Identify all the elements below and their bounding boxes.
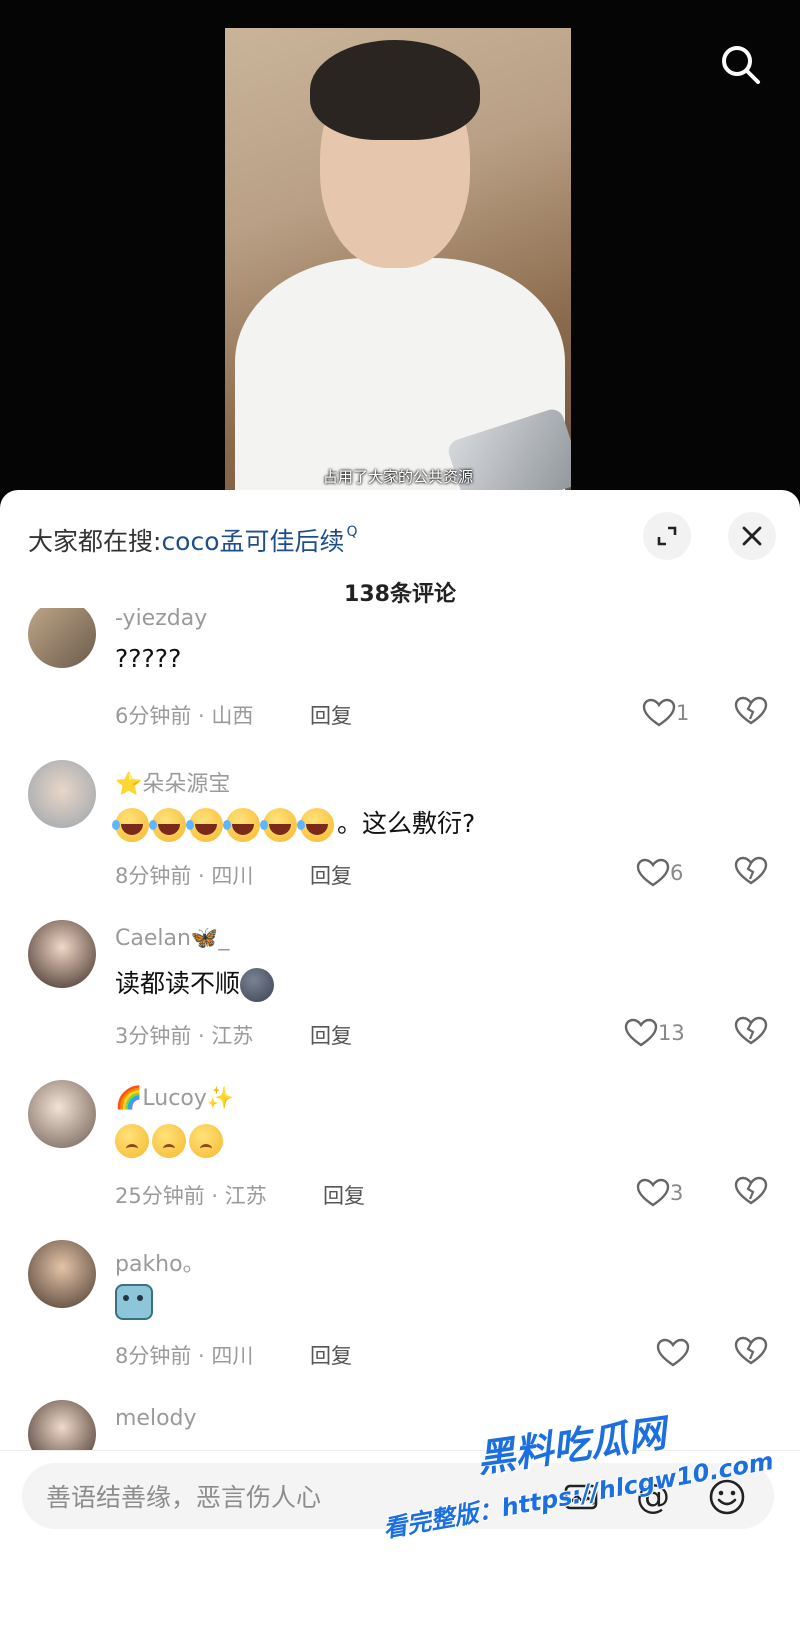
video-area[interactable]: 占用了大家的公共资源 [0,0,800,500]
heart-icon [624,1018,658,1047]
like-button[interactable]: 6 [636,856,683,890]
avatar[interactable] [28,1240,96,1308]
dark-face-emoji [240,968,275,1002]
broken-heart-icon [734,856,768,885]
laughing-emoji [297,808,334,842]
heart-icon [636,1178,670,1207]
laughing-emoji [260,808,297,842]
rainbow-emoji: 🌈 [115,1086,143,1111]
pouting-emoji [115,1124,149,1158]
reply-button[interactable]: 回复 [323,1180,365,1210]
close-button[interactable] [728,512,776,560]
avatar[interactable] [28,608,96,668]
comment-input[interactable] [44,1475,518,1519]
like-button[interactable]: 3 [636,1176,683,1210]
like-count: 3 [670,1181,684,1205]
like-button[interactable] [656,1336,690,1370]
expand-button[interactable] [643,512,691,560]
emoji-icon[interactable] [706,1476,748,1518]
like-button[interactable]: 1 [642,696,689,730]
reply-button[interactable]: 回复 [310,1020,352,1050]
comment-text: 读都读不顺 [115,964,275,1002]
robot-emoji [115,1284,153,1320]
like-button[interactable]: 13 [624,1016,685,1050]
butterfly-emoji: 🦋 [190,926,219,951]
like-count: 6 [670,861,684,885]
heart-icon [656,1338,690,1367]
broken-heart-icon [734,1016,768,1045]
laughing-emoji [223,808,260,842]
broken-heart-icon [734,1176,768,1205]
comment-text [115,1284,153,1320]
like-count: 13 [658,1021,685,1045]
laughing-emoji [186,808,223,842]
star-emoji: ⭐ [115,772,143,797]
comment-item[interactable]: Caelan🦋_ 读都读不顺 3分钟前 · 江苏 回复 13 [0,920,800,1080]
broken-heart-icon [734,696,768,725]
dislike-button[interactable] [734,856,768,890]
hot-search-term[interactable]: coco孟可佳后续 [161,522,344,558]
reply-button[interactable]: 回复 [310,860,352,890]
pouting-emoji [152,1124,186,1158]
heart-icon [636,858,670,887]
search-icon[interactable] [718,42,764,88]
comment-username[interactable]: ⭐朵朵源宝 [115,766,230,798]
comment-username[interactable]: -yiezday [115,608,207,631]
expand-icon [657,526,677,546]
hot-search-q-icon: Q [346,524,358,540]
comment-username[interactable]: Caelan🦋_ [115,926,229,951]
laughing-emoji [112,808,149,842]
comment-username[interactable]: melody [115,1406,197,1431]
close-icon [742,526,762,546]
comment-text: ????? [115,644,182,673]
video-frame[interactable]: 占用了大家的公共资源 [225,28,571,496]
hot-search-row[interactable]: 大家都在搜: coco孟可佳后续 Q [28,520,358,560]
app-screen: 占用了大家的公共资源 大家都在搜: coco孟可佳后续 Q 138条评论 -yi… [0,0,800,1633]
pouting-emoji [189,1124,223,1158]
comment-list[interactable]: -yiezday ????? 6分钟前 · 山西 回复 1 ⭐朵朵源宝 。这么敷… [0,608,800,1488]
sparkles-emoji: ✨ [206,1086,235,1111]
comment-item[interactable]: 🌈Lucoy✨ 25分钟前 · 江苏 回复 3 [0,1080,800,1240]
comment-time-location: 8分钟前 · 四川 [115,864,254,888]
laughing-emoji [149,808,186,842]
comment-time-location: 6分钟前 · 山西 [115,704,254,728]
comment-text [115,1124,226,1158]
dislike-button[interactable] [734,1016,768,1050]
comment-input-box[interactable]: @ [22,1463,774,1529]
image-icon[interactable] [560,1476,602,1518]
comment-item[interactable]: ⭐朵朵源宝 。这么敷衍? 8分钟前 · 四川 回复 6 [0,760,800,920]
like-count: 1 [676,701,690,725]
broken-heart-icon [734,1336,768,1365]
comment-item[interactable]: pakho。 8分钟前 · 四川 回复 [0,1240,800,1400]
heart-icon [642,698,676,727]
comment-time-location: 25分钟前 · 江苏 [115,1184,267,1208]
reply-button[interactable]: 回复 [310,1340,352,1370]
comment-time-location: 8分钟前 · 四川 [115,1344,254,1368]
comment-item[interactable]: -yiezday ????? 6分钟前 · 山西 回复 1 [0,608,800,760]
comment-text: 。这么敷衍? [112,804,475,842]
comment-input-bar: @ [0,1450,800,1633]
comment-count-title: 138条评论 [344,582,456,607]
at-icon[interactable]: @ [632,1476,674,1518]
video-person-hair [310,40,480,140]
avatar[interactable] [28,1080,96,1148]
avatar[interactable] [28,760,96,828]
comment-username[interactable]: 🌈Lucoy✨ [115,1086,234,1111]
avatar[interactable] [28,920,96,988]
comment-username[interactable]: pakho。 [115,1246,205,1278]
video-subtitle: 占用了大家的公共资源 [322,468,473,486]
dislike-button[interactable] [734,1176,768,1210]
dislike-button[interactable] [734,696,768,730]
hot-search-label: 大家都在搜: [28,527,162,556]
reply-button[interactable]: 回复 [310,700,352,730]
comment-time-location: 3分钟前 · 江苏 [115,1024,254,1048]
dislike-button[interactable] [734,1336,768,1370]
